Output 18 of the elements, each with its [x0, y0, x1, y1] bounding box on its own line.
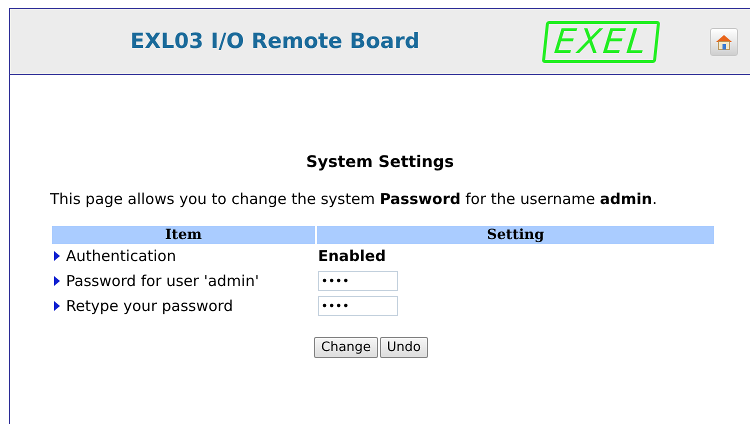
column-header: Setting [317, 226, 714, 244]
password-field[interactable]: •••• [318, 271, 398, 291]
password-field[interactable]: •••• [318, 296, 398, 316]
page-heading: System Settings [306, 151, 454, 173]
bullet-icon [54, 301, 60, 311]
column-header: Item [52, 226, 315, 244]
logo: EXEL [542, 20, 660, 62]
home-icon[interactable] [710, 28, 738, 56]
form-button[interactable]: Change [314, 336, 378, 358]
setting-label: Password for user 'admin' [66, 270, 259, 292]
setting-value: Enabled [318, 246, 386, 267]
setting-label: Retype your password [66, 296, 233, 317]
form-button[interactable]: Undo [380, 336, 428, 358]
setting-label: Authentication [66, 246, 176, 267]
page-description: This page allows you to change the system Password for the username admin. [50, 189, 658, 210]
site-title: EXL03 I/O Remote Board [129, 28, 421, 55]
bullet-icon [54, 276, 60, 286]
bullet-icon [54, 251, 60, 261]
